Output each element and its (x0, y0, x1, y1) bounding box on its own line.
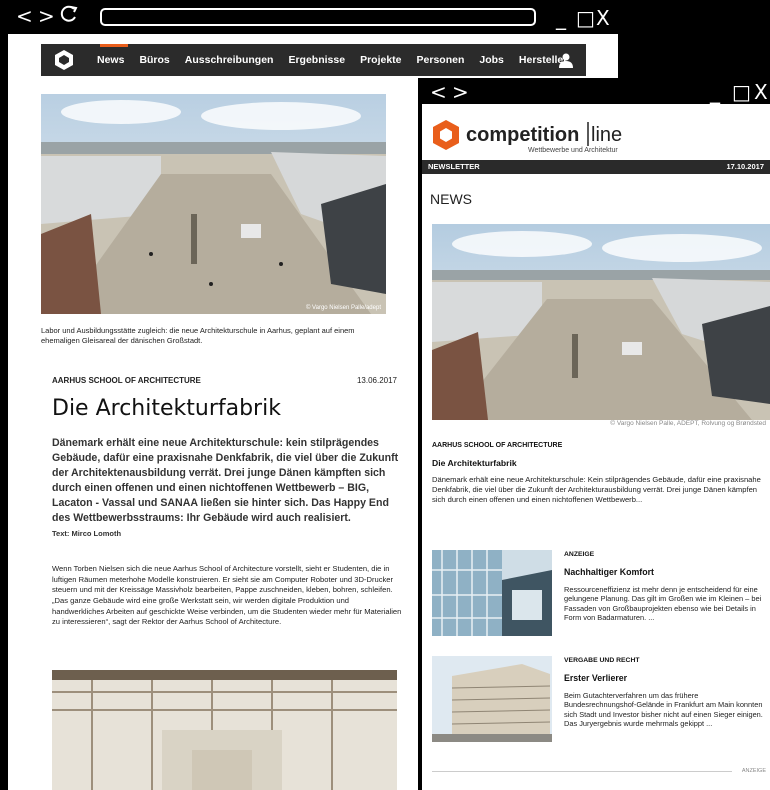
item-image-anzeige[interactable] (432, 550, 552, 636)
back-button[interactable]: < (16, 6, 33, 26)
newsletter-window: < > _ □ X competition line Wettbewerbe u… (418, 78, 770, 790)
back-button[interactable]: < (430, 82, 447, 102)
minimize-button[interactable]: _ (556, 8, 566, 28)
image-credit: © Vargo Nielsen Palle, ADEPT, Rolvung og… (610, 420, 766, 427)
item-title[interactable]: Erster Verlierer (564, 673, 627, 683)
article-second-image (52, 670, 397, 790)
nav-item-jobs[interactable]: Jobs (479, 54, 504, 66)
competitionline-logo[interactable]: competition line Wettbewerbe und Archite… (428, 116, 648, 156)
address-bar[interactable] (100, 8, 536, 26)
item-title[interactable]: Nachhaltiger Komfort (564, 567, 654, 577)
reload-button[interactable] (60, 4, 78, 27)
nav-item-news[interactable]: News (97, 54, 124, 66)
newsletter-content: competition line Wettbewerbe und Archite… (422, 104, 770, 790)
article-kicker: AARHUS SCHOOL OF ARCHITECTURE (52, 376, 201, 385)
title-bar: < > _ □ X (418, 78, 770, 104)
newsletter-label: NEWSLETTER (428, 162, 480, 171)
divider (432, 771, 732, 772)
close-button[interactable]: X (596, 8, 610, 28)
article-byline: Text: Mirco Lomoth (52, 529, 122, 538)
maximize-button[interactable]: □ (732, 82, 751, 102)
article-headline: Die Architekturfabrik (52, 396, 281, 421)
top-story-kicker: AARHUS SCHOOL OF ARCHITECTURE (432, 442, 563, 449)
newsletter-bar: NEWSLETTER 17.10.2017 (422, 160, 770, 174)
svg-text:Wettbewerbe und Architektur: Wettbewerbe und Architektur (528, 147, 618, 154)
article-lead: Dänemark erhält eine neue Architektursch… (52, 437, 399, 525)
nav-item-ergebnisse[interactable]: Ergebnisse (288, 54, 345, 66)
svg-text:line: line (591, 124, 622, 146)
ad-label: ANZEIGE (741, 768, 766, 774)
top-story-teaser: Dänemark erhält eine neue Architektursch… (432, 475, 761, 504)
article-body: Wenn Torben Nielsen sich die neue Aarhus… (52, 564, 402, 627)
forward-button[interactable]: > (38, 6, 55, 26)
nav-item-büros[interactable]: Büros (139, 54, 169, 66)
forward-button[interactable]: > (452, 82, 469, 102)
minimize-button[interactable]: _ (710, 82, 720, 102)
site-navigation: News Büros Ausschreibungen Ergebnisse Projek… (41, 44, 586, 76)
article-date: 13.06.2017 (356, 376, 397, 385)
reload-icon (60, 5, 78, 22)
newsletter-date: 17.10.2017 (726, 162, 764, 171)
item-image-vergabe[interactable] (432, 656, 552, 742)
user-icon[interactable] (558, 52, 574, 68)
image-caption: Labor und Ausbildungsstätte zugleich: di… (41, 326, 355, 345)
item-kicker: ANZEIGE (564, 551, 595, 558)
nav-item-projekte[interactable]: Projekte (360, 54, 401, 66)
site-logo-icon[interactable] (53, 49, 75, 71)
top-story-title[interactable]: Die Architekturfabrik (432, 458, 517, 468)
nav-menu: News Büros Ausschreibungen Ergebnisse Projek… (97, 44, 567, 76)
top-story-image[interactable] (432, 224, 770, 420)
item-kicker: VERGABE UND RECHT (564, 657, 640, 664)
logo-hexagon-icon: competition line Wettbewerbe und Archite… (433, 120, 622, 154)
maximize-button[interactable]: □ (576, 8, 595, 28)
item-text: Beim Gutachterverfahren um das frühere B… (564, 691, 763, 728)
article-hero-image: © Vargo Nielsen Palle/adept (41, 94, 386, 314)
nav-item-personen[interactable]: Personen (417, 54, 465, 66)
article-meta: AARHUS SCHOOL OF ARCHITECTURE 13.06.2017 (52, 376, 397, 385)
item-text: Ressourceneffizienz ist mehr denn je ent… (564, 585, 762, 622)
section-title: NEWS (430, 191, 472, 207)
svg-text:competition: competition (466, 124, 579, 146)
image-credit: © Vargo Nielsen Palle/adept (306, 304, 381, 311)
close-button[interactable]: X (754, 82, 768, 102)
title-bar: < > _ □ X (8, 0, 618, 34)
nav-item-ausschreibungen[interactable]: Ausschreibungen (185, 54, 274, 66)
